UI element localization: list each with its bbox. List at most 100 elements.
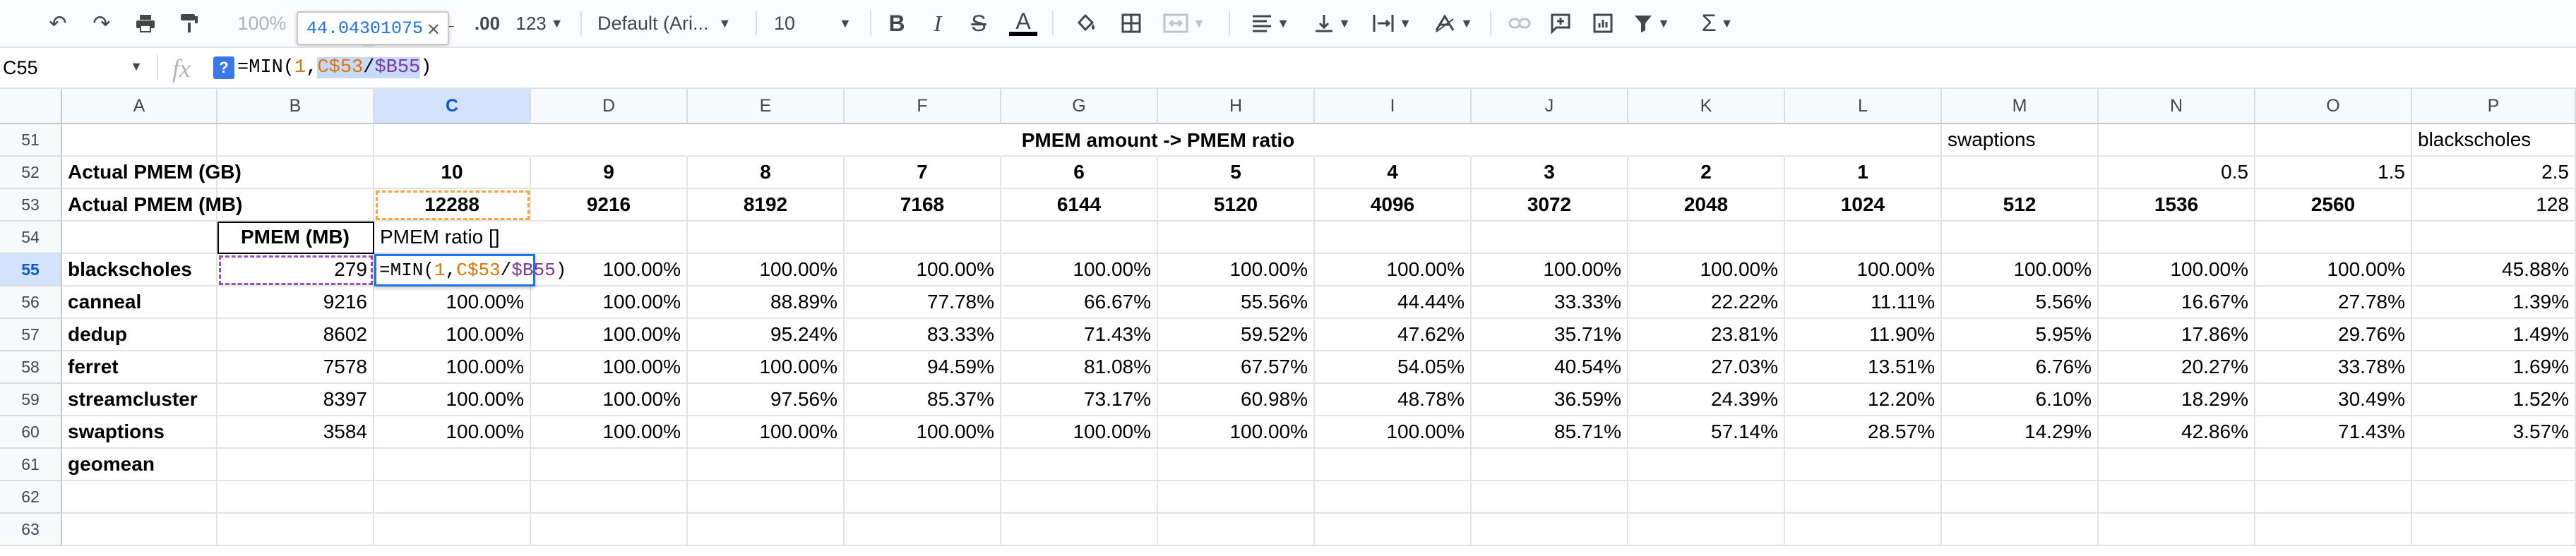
- cell-p51[interactable]: blackscholes: [2412, 124, 2576, 157]
- cell-d54[interactable]: [531, 222, 688, 254]
- cell-a52[interactable]: Actual PMEM (GB): [62, 157, 242, 189]
- cell-a55[interactable]: blackscholes: [62, 254, 217, 286]
- cell-j54[interactable]: [1472, 222, 1628, 254]
- cell-h62[interactable]: [1158, 481, 1315, 514]
- cell-l60[interactable]: 28.57%: [1785, 416, 1942, 449]
- cell-e62[interactable]: [688, 481, 845, 514]
- cell-k55[interactable]: 100.00%: [1628, 254, 1785, 286]
- cell-c62[interactable]: [374, 481, 531, 514]
- cell-j52[interactable]: 3: [1472, 157, 1628, 189]
- cell-g63[interactable]: [1001, 514, 1158, 546]
- cell-n59[interactable]: 18.29%: [2099, 384, 2255, 416]
- cell-k57[interactable]: 23.81%: [1628, 319, 1785, 351]
- print-icon[interactable]: [127, 6, 164, 41]
- column-header-e[interactable]: E: [688, 89, 845, 124]
- row-header-54[interactable]: 54: [0, 222, 62, 254]
- cell-b59[interactable]: 8397: [217, 384, 374, 416]
- cell-h52[interactable]: 5: [1158, 157, 1315, 189]
- column-header-m[interactable]: M: [1942, 89, 2099, 124]
- cell-c60[interactable]: 100.00%: [374, 416, 531, 449]
- cell-c61[interactable]: [374, 449, 531, 481]
- cell-d60[interactable]: 100.00%: [531, 416, 688, 449]
- cell-j61[interactable]: [1472, 449, 1628, 481]
- cell-n62[interactable]: [2099, 481, 2255, 514]
- cell-k58[interactable]: 27.03%: [1628, 351, 1785, 384]
- cell-n57[interactable]: 17.86%: [2099, 319, 2255, 351]
- cell-p56[interactable]: 1.39%: [2412, 286, 2576, 319]
- cell-k61[interactable]: [1628, 449, 1785, 481]
- borders-icon[interactable]: [1114, 6, 1148, 41]
- cell-d57[interactable]: 100.00%: [531, 319, 688, 351]
- cell-o57[interactable]: 29.76%: [2255, 319, 2412, 351]
- cell-l63[interactable]: [1785, 514, 1942, 546]
- cell-o53[interactable]: 2560: [2255, 189, 2412, 222]
- cell-d58[interactable]: 100.00%: [531, 351, 688, 384]
- cell-p62[interactable]: [2412, 481, 2576, 514]
- row-header-56[interactable]: 56: [0, 286, 62, 319]
- cell-o61[interactable]: [2255, 449, 2412, 481]
- cell-d56[interactable]: 100.00%: [531, 286, 688, 319]
- cell-p60[interactable]: 3.57%: [2412, 416, 2576, 449]
- cell-k54[interactable]: [1628, 222, 1785, 254]
- cell-o56[interactable]: 27.78%: [2255, 286, 2412, 319]
- cell-f56[interactable]: 77.78%: [845, 286, 1001, 319]
- cell-e52[interactable]: 8: [688, 157, 845, 189]
- cell-a62[interactable]: [62, 481, 217, 514]
- cell-m52[interactable]: [1942, 157, 2099, 189]
- cell-l58[interactable]: 13.51%: [1785, 351, 1942, 384]
- cell-l62[interactable]: [1785, 481, 1942, 514]
- cell-f58[interactable]: 94.59%: [845, 351, 1001, 384]
- cell-h56[interactable]: 55.56%: [1158, 286, 1315, 319]
- cell-g62[interactable]: [1001, 481, 1158, 514]
- cell-g60[interactable]: 100.00%: [1001, 416, 1158, 449]
- cell-f61[interactable]: [845, 449, 1001, 481]
- vertical-align-icon[interactable]: ▼: [1308, 6, 1357, 41]
- cell-b51[interactable]: [217, 124, 374, 157]
- zoom-select[interactable]: 100%: [237, 6, 287, 41]
- cell-j62[interactable]: [1472, 481, 1628, 514]
- column-header-f[interactable]: F: [845, 89, 1001, 124]
- column-header-j[interactable]: J: [1472, 89, 1628, 124]
- cell-o58[interactable]: 33.78%: [2255, 351, 2412, 384]
- cell-o62[interactable]: [2255, 481, 2412, 514]
- cell-o51[interactable]: [2255, 124, 2412, 157]
- font-family-select[interactable]: Default (Ari... ▼: [597, 6, 746, 41]
- cell-a54[interactable]: [62, 222, 217, 254]
- cell-i58[interactable]: 54.05%: [1315, 351, 1472, 384]
- column-header-i[interactable]: I: [1315, 89, 1472, 124]
- cell-c54[interactable]: PMEM ratio []: [374, 222, 531, 254]
- cell-i53[interactable]: 4096: [1315, 189, 1472, 222]
- row-header-51[interactable]: 51: [0, 124, 62, 157]
- cell-g53[interactable]: 6144: [1001, 189, 1158, 222]
- cell-p58[interactable]: 1.69%: [2412, 351, 2576, 384]
- merged-header-cell[interactable]: PMEM amount -> PMEM ratio: [374, 124, 1942, 157]
- cell-m54[interactable]: [1942, 222, 2099, 254]
- cell-h63[interactable]: [1158, 514, 1315, 546]
- cell-m60[interactable]: 14.29%: [1942, 416, 2099, 449]
- cell-c58[interactable]: 100.00%: [374, 351, 531, 384]
- horizontal-align-icon[interactable]: ▼: [1246, 6, 1295, 41]
- column-header-o[interactable]: O: [2255, 89, 2412, 124]
- more-formats-button[interactable]: 123 ▼: [513, 6, 566, 41]
- redo-icon[interactable]: ↷: [83, 6, 120, 41]
- cell-g52[interactable]: 6: [1001, 157, 1158, 189]
- column-header-d[interactable]: D: [531, 89, 688, 124]
- cell-k59[interactable]: 24.39%: [1628, 384, 1785, 416]
- fill-color-icon[interactable]: [1069, 6, 1103, 41]
- cell-n63[interactable]: [2099, 514, 2255, 546]
- cell-n52[interactable]: 0.5: [2099, 157, 2255, 189]
- cell-l61[interactable]: [1785, 449, 1942, 481]
- cell-i57[interactable]: 47.62%: [1315, 319, 1472, 351]
- cell-n53[interactable]: 1536: [2099, 189, 2255, 222]
- cell-j63[interactable]: [1472, 514, 1628, 546]
- cell-a61[interactable]: geomean: [62, 449, 217, 481]
- cell-n61[interactable]: [2099, 449, 2255, 481]
- cell-g54[interactable]: [1001, 222, 1158, 254]
- cell-m53[interactable]: 512: [1942, 189, 2099, 222]
- font-size-select[interactable]: 10 ▼: [774, 6, 861, 41]
- cell-k56[interactable]: 22.22%: [1628, 286, 1785, 319]
- cell-j60[interactable]: 85.71%: [1472, 416, 1628, 449]
- cell-e63[interactable]: [688, 514, 845, 546]
- cell-a59[interactable]: streamcluster: [62, 384, 217, 416]
- cell-l59[interactable]: 12.20%: [1785, 384, 1942, 416]
